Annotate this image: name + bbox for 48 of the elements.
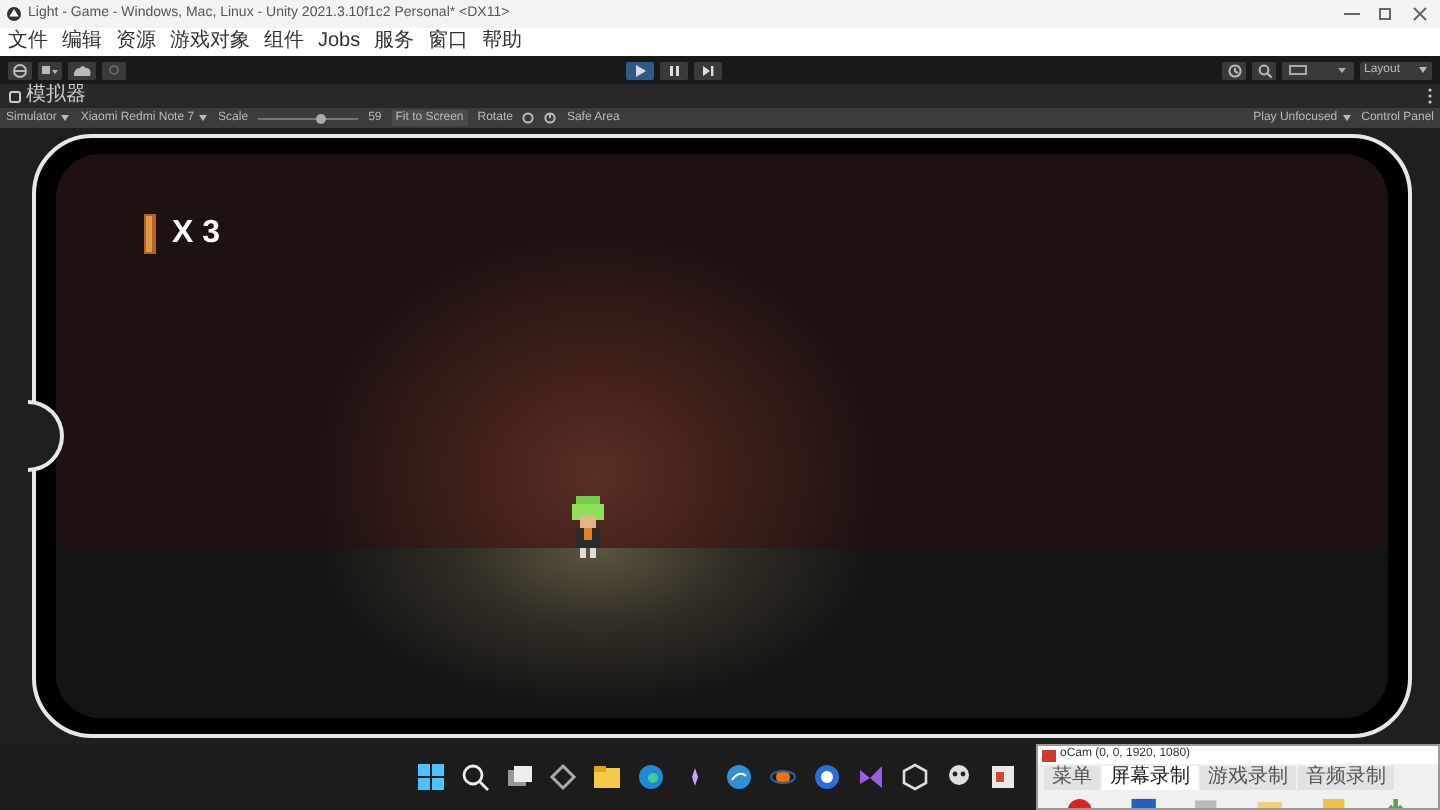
menu-item[interactable]: 文件	[8, 32, 48, 52]
cloud-button[interactable]	[68, 61, 96, 79]
settings-icon	[108, 64, 120, 76]
menu-item[interactable]: 编辑	[62, 32, 102, 52]
recorder-tab[interactable]: 音频录制	[1298, 766, 1394, 790]
editor-tab[interactable]: 模拟器	[26, 86, 86, 106]
step-button[interactable]	[694, 61, 722, 79]
play-icon	[632, 63, 648, 77]
item-count: X 3	[172, 214, 221, 254]
rotate-right-icon[interactable]	[544, 112, 557, 124]
widget-icon[interactable]	[548, 762, 578, 792]
slider-thumb[interactable]	[316, 113, 327, 123]
menu-item[interactable]: 资源	[116, 32, 156, 52]
account-icon	[12, 63, 28, 77]
menu-item[interactable]: Jobs	[318, 32, 361, 52]
recorder-tab[interactable]: 游戏录制	[1200, 766, 1296, 790]
character-sprite	[568, 496, 608, 560]
task-view-icon[interactable]	[504, 762, 534, 792]
cloud-icon	[72, 64, 92, 76]
search-icon[interactable]	[460, 762, 490, 792]
torch-icon	[144, 214, 156, 254]
account-button[interactable]	[8, 61, 32, 79]
pause-button[interactable]	[660, 61, 688, 79]
history-icon	[1227, 63, 1241, 77]
search-icon	[1257, 63, 1271, 77]
slides-icon[interactable]	[988, 762, 1018, 792]
menu-item[interactable]: 游戏对象	[170, 32, 250, 52]
menu-item[interactable]: 窗口	[428, 32, 469, 52]
history-button[interactable]	[1222, 61, 1246, 79]
menu-item[interactable]: 帮助	[482, 32, 523, 52]
menu-item[interactable]: 组件	[264, 32, 304, 52]
rotate-left-icon[interactable]	[522, 112, 535, 124]
recorder-tab[interactable]: 屏幕录制	[1102, 766, 1198, 790]
play-button[interactable]	[626, 61, 654, 79]
cube-icon[interactable]	[900, 762, 930, 792]
pause-icon	[666, 63, 682, 77]
step-icon	[700, 63, 716, 77]
layers-icon	[1288, 64, 1348, 76]
menu-item[interactable]: 服务	[374, 32, 415, 52]
layers-button[interactable]	[38, 61, 62, 79]
simulator-icon	[8, 89, 22, 103]
layers-dropdown[interactable]	[1282, 61, 1354, 79]
browser-icon[interactable]	[636, 762, 666, 792]
start-icon[interactable]	[416, 762, 446, 792]
recorder-tab[interactable]: 菜单	[1044, 766, 1100, 790]
recorder-icon	[1042, 749, 1056, 761]
search-button[interactable]	[1252, 61, 1276, 79]
settings-button[interactable]	[102, 61, 126, 79]
